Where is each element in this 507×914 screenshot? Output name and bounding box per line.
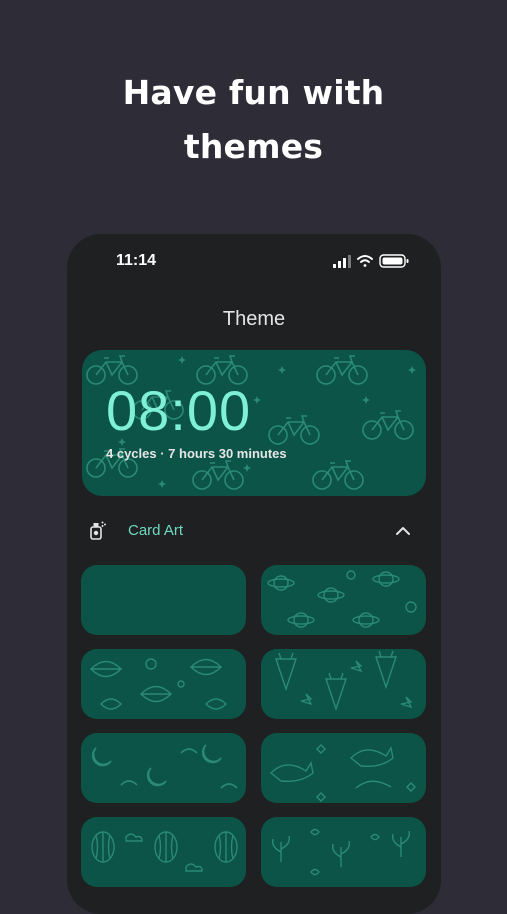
leaves-pattern bbox=[90, 658, 227, 710]
card-art-option-carrots[interactable] bbox=[261, 649, 426, 719]
card-art-label: Card Art bbox=[128, 522, 184, 539]
spray-can-icon bbox=[90, 521, 106, 540]
cats-pattern bbox=[269, 744, 416, 802]
signal-icon bbox=[333, 255, 351, 268]
headline-line-2: themes bbox=[183, 127, 324, 166]
balloons-pattern bbox=[91, 831, 238, 872]
moons-pattern bbox=[91, 744, 238, 789]
phone-frame: 11:14 Theme 08:00 4 cycles · 7 hours 30 … bbox=[67, 234, 441, 914]
card-art-section-header[interactable]: Card Art bbox=[67, 516, 441, 546]
card-art-option-planets[interactable] bbox=[261, 565, 426, 635]
preview-alarm-time: 08:00 bbox=[106, 379, 252, 442]
headline: Have fun with themes bbox=[0, 66, 507, 174]
carrots-pattern bbox=[275, 650, 413, 712]
status-time: 11:14 bbox=[116, 252, 157, 269]
theme-preview-card: 08:00 4 cycles · 7 hours 30 minutes bbox=[82, 350, 426, 496]
card-art-option-plain[interactable] bbox=[81, 565, 246, 635]
planets-pattern bbox=[267, 570, 417, 628]
card-art-option-balloons[interactable] bbox=[81, 817, 246, 887]
preview-cycles-summary: 4 cycles · 7 hours 30 minutes bbox=[106, 446, 287, 461]
chevron-up-icon[interactable] bbox=[394, 522, 412, 540]
status-icons bbox=[333, 254, 409, 268]
card-art-option-moons[interactable] bbox=[81, 733, 246, 803]
battery-icon bbox=[379, 254, 409, 268]
wifi-icon bbox=[357, 255, 373, 267]
card-art-option-cats[interactable] bbox=[261, 733, 426, 803]
plants-pattern bbox=[271, 828, 411, 876]
screen-title: Theme bbox=[222, 308, 286, 330]
card-art-option-plants[interactable] bbox=[261, 817, 426, 887]
card-art-option-leaves[interactable] bbox=[81, 649, 246, 719]
headline-line-1: Have fun with bbox=[122, 73, 385, 112]
